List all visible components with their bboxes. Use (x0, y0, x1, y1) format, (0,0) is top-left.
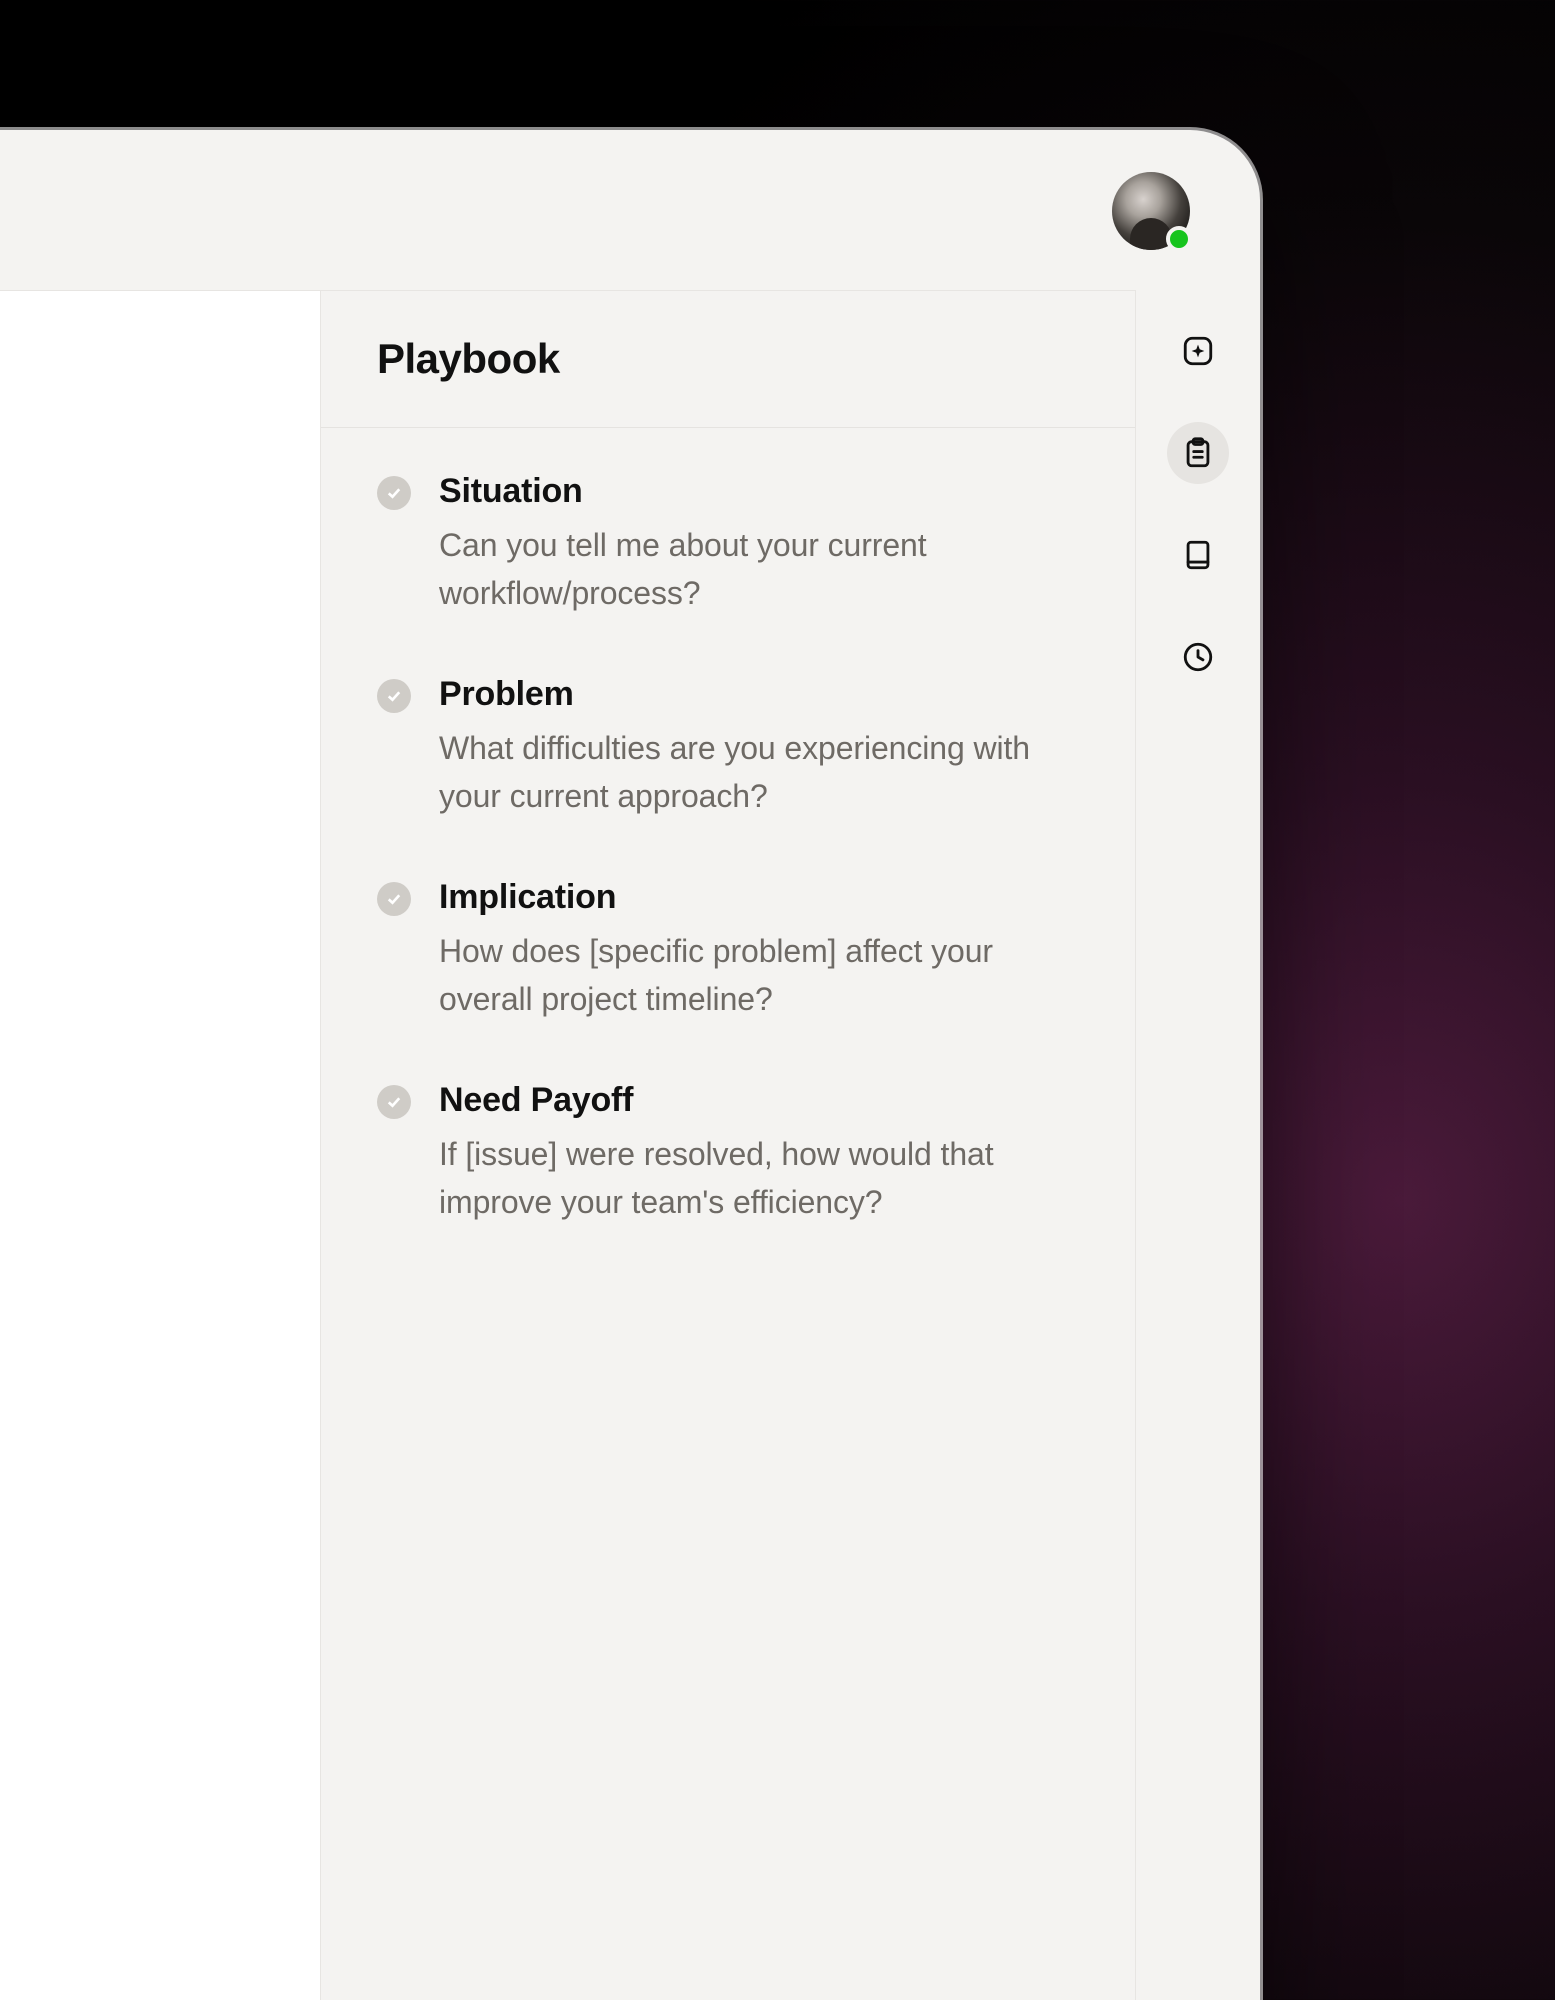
ai-sparkle-icon (1181, 334, 1215, 368)
side-rail (1135, 290, 1260, 2000)
playbook-item-label: Implication (439, 878, 1079, 917)
call-controls (0, 331, 270, 373)
panel-body: Situation Can you tell me about your cur… (321, 428, 1135, 1270)
check-icon (377, 882, 411, 916)
clipboard-icon (1181, 436, 1215, 470)
topbar (0, 130, 1260, 290)
playbook-item-situation[interactable]: Situation Can you tell me about your cur… (377, 472, 1079, 617)
panel-title: Playbook (377, 335, 1079, 383)
playbook-item-label: Problem (439, 675, 1079, 714)
playbook-item-label: Situation (439, 472, 1079, 511)
app-window: Playbook Situation Can you tell me about… (0, 130, 1260, 2000)
check-icon (377, 1085, 411, 1119)
playbook-item-implication[interactable]: Implication How does [specific problem] … (377, 878, 1079, 1023)
playbook-item-prompt: What difficulties are you experiencing w… (439, 724, 1079, 820)
panel-header: Playbook (321, 291, 1135, 428)
book-icon (1181, 538, 1215, 572)
rail-library-button[interactable] (1167, 524, 1229, 586)
playbook-item-prompt: Can you tell me about your current workf… (439, 521, 1079, 617)
avatar-button[interactable] (1112, 172, 1190, 250)
playbook-item-need-payoff[interactable]: Need Payoff If [issue] were resolved, ho… (377, 1081, 1079, 1226)
rail-ai-button[interactable] (1167, 320, 1229, 382)
playbook-item-label: Need Payoff (439, 1081, 1079, 1120)
body: Playbook Situation Can you tell me about… (0, 290, 1260, 2000)
clock-icon (1181, 640, 1215, 674)
playbook-item-problem[interactable]: Problem What difficulties are you experi… (377, 675, 1079, 820)
playbook-item-prompt: How does [specific problem] affect your … (439, 927, 1079, 1023)
status-online-icon (1166, 226, 1192, 252)
rail-history-button[interactable] (1167, 626, 1229, 688)
playbook-item-prompt: If [issue] were resolved, how would that… (439, 1130, 1079, 1226)
check-icon (377, 679, 411, 713)
main-column (0, 290, 320, 2000)
check-icon (377, 476, 411, 510)
playbook-panel: Playbook Situation Can you tell me about… (320, 290, 1135, 2000)
rail-playbook-button[interactable] (1167, 422, 1229, 484)
